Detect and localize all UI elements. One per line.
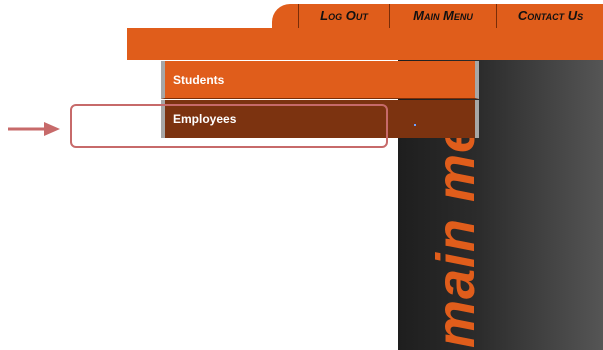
pointer-arrow-icon xyxy=(8,122,60,136)
highlight-box xyxy=(70,104,388,148)
main-menu-link[interactable]: Main Menu xyxy=(389,4,496,28)
contact-us-link[interactable]: Contact Us xyxy=(496,4,603,28)
cursor-dot xyxy=(414,124,416,126)
header-band xyxy=(127,28,603,60)
main-menu-vertical-title: main me xyxy=(426,121,486,348)
menu-item-label: Students xyxy=(173,73,225,87)
top-nav: Log Out Main Menu Contact Us xyxy=(272,4,603,28)
logout-link[interactable]: Log Out xyxy=(298,4,389,28)
menu-item-students[interactable]: Students xyxy=(161,61,479,99)
